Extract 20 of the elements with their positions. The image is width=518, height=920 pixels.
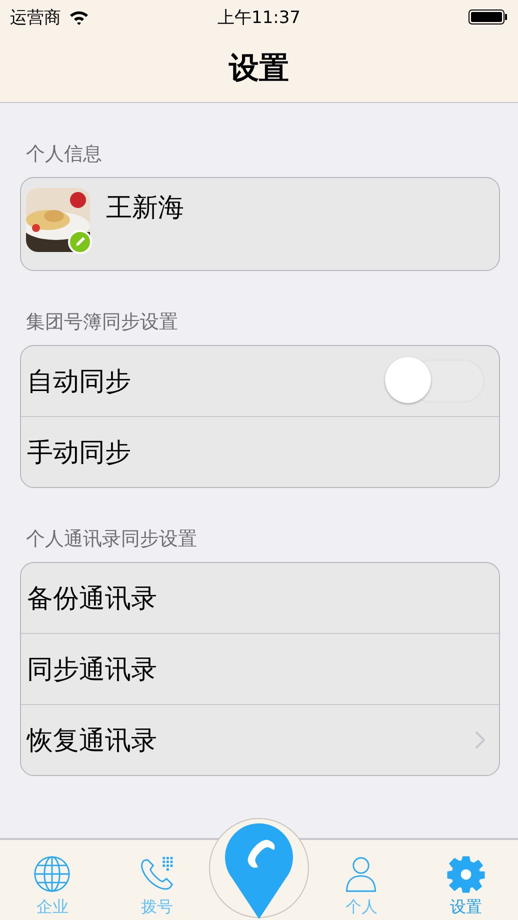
page-title: 设置 — [229, 50, 289, 88]
section-header: 个人通讯录同步设置 — [26, 527, 198, 552]
section-header: 集团号簿同步设置 — [26, 310, 179, 335]
carrier-name: 运营商 — [10, 6, 61, 28]
chevron-icon — [475, 731, 485, 749]
setting-label[interactable]: 同步通讯录 — [27, 652, 157, 686]
wifi-icon — [69, 10, 89, 24]
profile-card[interactable]: 王新海 — [20, 177, 500, 271]
setting-label[interactable]: 手动同步 — [27, 434, 131, 470]
edit-icon[interactable] — [68, 230, 92, 254]
user-name: 王新海 — [106, 192, 184, 225]
globe-icon — [33, 855, 72, 893]
setting-label[interactable]: 备份通讯录 — [27, 580, 157, 616]
status-time: 上午11:37 — [218, 6, 300, 28]
setting-label[interactable]: 恢复通讯录 — [27, 722, 157, 758]
settings-icon — [446, 855, 485, 893]
section-header: 个人信息 — [26, 142, 103, 167]
toggle-switch[interactable] — [385, 357, 485, 405]
setting-label[interactable]: 自动同步 — [27, 364, 131, 398]
battery-icon — [468, 9, 508, 25]
